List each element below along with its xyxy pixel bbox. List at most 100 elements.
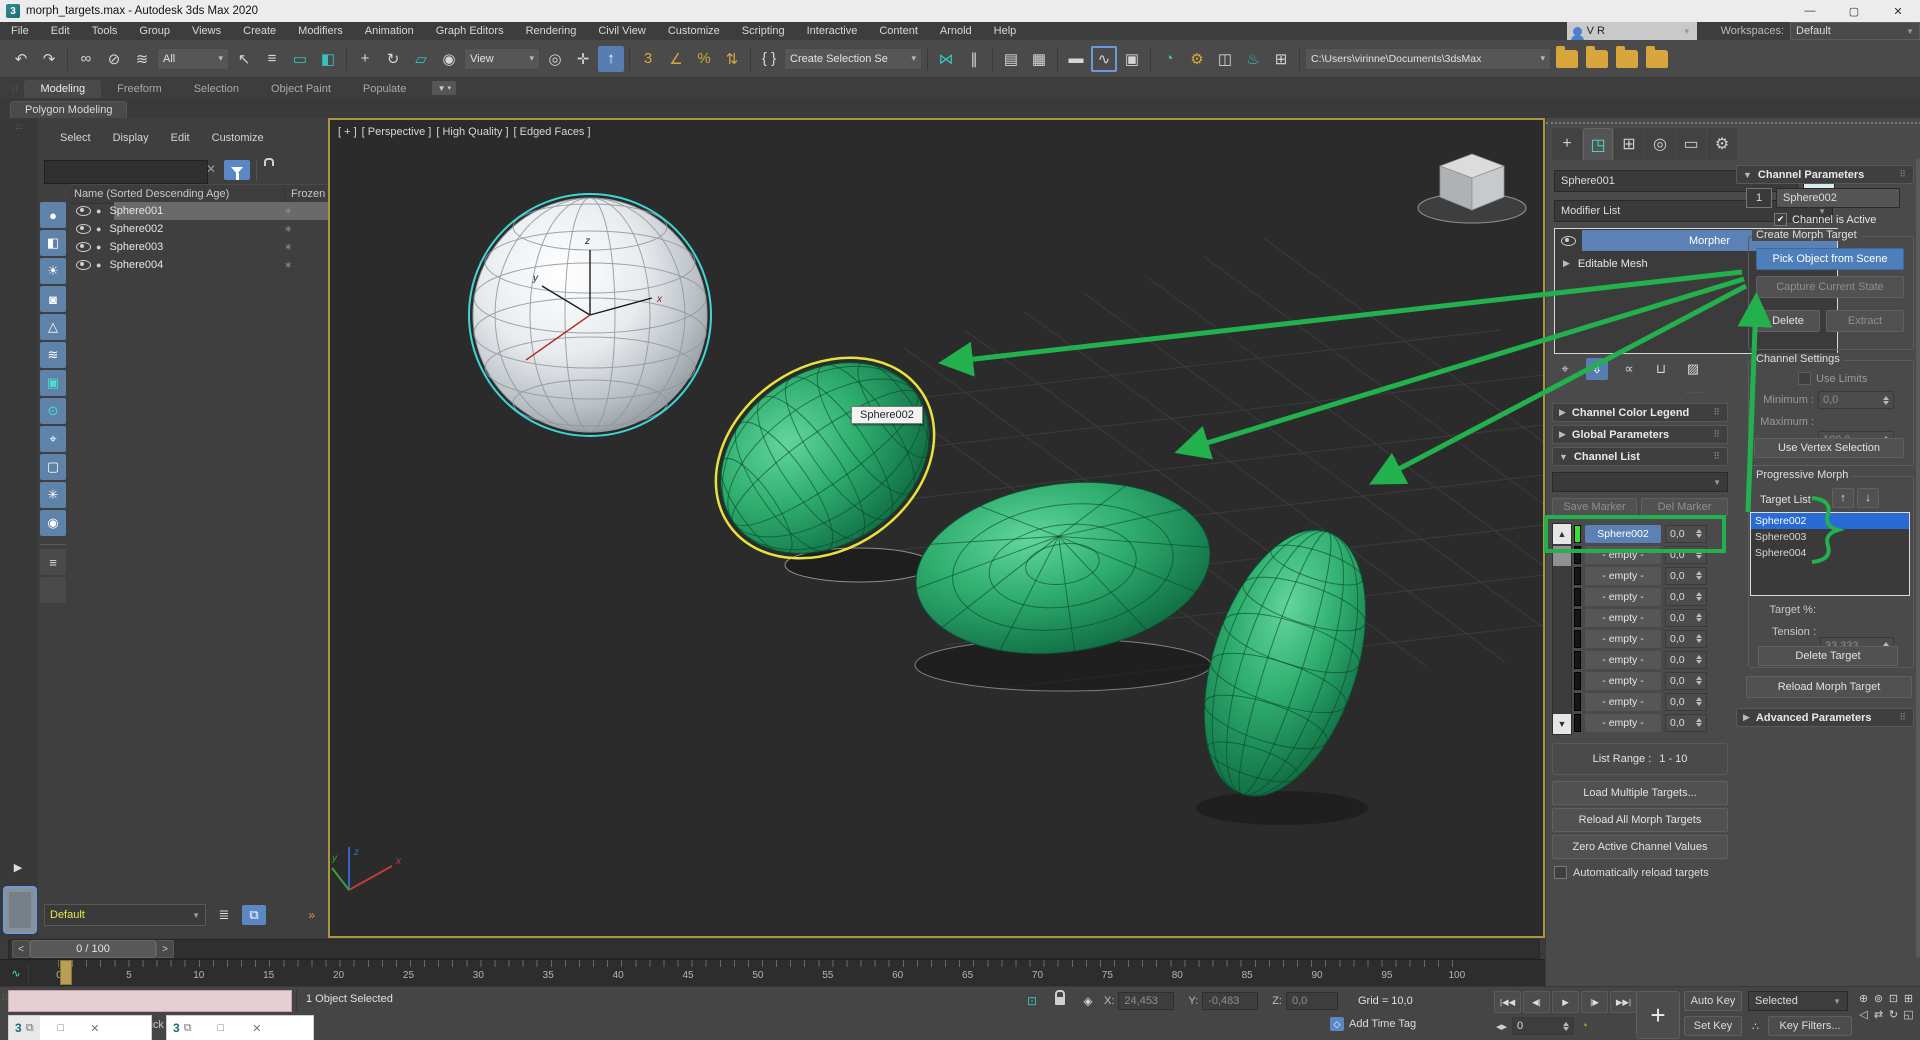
expand-icon[interactable]: ▶ bbox=[1563, 258, 1570, 269]
edit-named-selections-icon[interactable]: { } bbox=[756, 46, 782, 72]
ribbon-tab[interactable]: Modeling bbox=[24, 80, 101, 98]
maxscript-mini-listener[interactable] bbox=[8, 990, 292, 1012]
Sphere002[interactable]: ● Sphere002 ∗ bbox=[70, 220, 328, 238]
perspective-viewport[interactable]: [ + ] [ Perspective ] [ High Quality ] [… bbox=[328, 118, 1545, 938]
target-list-item[interactable]: Sphere002 bbox=[1751, 513, 1909, 529]
menu-item[interactable]: Animation bbox=[354, 25, 425, 37]
time-slider[interactable]: < 0 / 100 > bbox=[0, 938, 1545, 959]
morph-channel-row[interactable]: - empty - 0,0 bbox=[1574, 649, 1724, 670]
use-pivot-center-icon[interactable]: ◎ bbox=[542, 46, 568, 72]
open-file-icon[interactable] bbox=[1586, 50, 1608, 68]
menu-item[interactable]: Civil View bbox=[587, 25, 656, 37]
frozen-column-header[interactable]: Frozen bbox=[284, 185, 325, 203]
separator[interactable] bbox=[992, 47, 993, 71]
channel-button[interactable]: - empty - bbox=[1585, 714, 1661, 732]
del-marker-button[interactable]: Del Marker bbox=[1641, 498, 1728, 516]
filter-icon[interactable] bbox=[224, 160, 250, 180]
make-unique-icon[interactable]: ∝ bbox=[1618, 358, 1640, 380]
channel-value-spinner[interactable]: 0,0 bbox=[1665, 525, 1707, 543]
select-rotate-icon[interactable]: ↻ bbox=[380, 46, 406, 72]
close-button[interactable]: ✕ bbox=[1876, 0, 1920, 22]
channel-name-field[interactable]: Sphere002 bbox=[1776, 188, 1900, 208]
channel-button[interactable]: - empty - bbox=[1585, 546, 1661, 564]
rollout-channel-color-legend[interactable]: ▶Channel Color Legend⠿ bbox=[1552, 403, 1728, 422]
display-shapes-icon[interactable]: ◧ bbox=[40, 230, 66, 256]
tab-utilities[interactable]: ⚙ bbox=[1707, 128, 1737, 160]
morph-channel-row[interactable]: Sphere002 0,0 bbox=[1574, 523, 1724, 544]
workspace-select[interactable]: Default▼ bbox=[1790, 22, 1920, 40]
select-by-name-icon[interactable]: ≡ bbox=[259, 46, 285, 72]
minimize-button[interactable]: — bbox=[1788, 0, 1832, 22]
drag-handle[interactable]: ⋯⋯ bbox=[1686, 388, 1704, 397]
remove-modifier-icon[interactable]: ⊔ bbox=[1650, 358, 1672, 380]
percent-snap-icon[interactable]: % bbox=[691, 46, 717, 72]
schematic-view-icon[interactable]: ▣ bbox=[1119, 46, 1145, 72]
x-coordinate-field[interactable]: 24,453 bbox=[1118, 992, 1174, 1010]
menu-item[interactable]: Arnold bbox=[929, 25, 983, 37]
reload-morph-target-button[interactable]: Reload Morph Target bbox=[1746, 676, 1912, 698]
orbit-icon[interactable]: ↻ bbox=[1886, 1006, 1901, 1022]
tab-hierarchy[interactable]: ⊞ bbox=[1614, 128, 1644, 160]
channel-value-spinner[interactable]: 0,0 bbox=[1665, 609, 1707, 627]
object-name[interactable]: Sphere002 bbox=[109, 223, 284, 235]
visibility-eye-icon[interactable] bbox=[76, 242, 91, 252]
display-lights-icon[interactable]: ☀ bbox=[40, 258, 66, 284]
hierarchy-view-icon[interactable]: ⧉ bbox=[242, 905, 266, 925]
display-geometry-icon[interactable]: ● bbox=[40, 202, 66, 228]
capture-current-state-button[interactable]: Capture Current State bbox=[1756, 276, 1904, 298]
z-coordinate-field[interactable]: 0,0 bbox=[1286, 992, 1338, 1010]
explorer-column-headers[interactable]: Name (Sorted Descending Age) Frozen bbox=[70, 184, 328, 204]
close-icon[interactable]: ✕ bbox=[90, 1022, 99, 1035]
redo-icon[interactable]: ↷ bbox=[36, 46, 62, 72]
object-name[interactable]: Sphere001 bbox=[109, 205, 284, 217]
channel-button[interactable]: - empty - bbox=[1585, 609, 1661, 627]
Sphere004[interactable]: ● Sphere004 ∗ bbox=[70, 256, 328, 274]
explorer-menu-item[interactable]: Display bbox=[113, 132, 149, 144]
add-time-tag[interactable]: ◇ Add Time Tag bbox=[1330, 1017, 1416, 1031]
explorer-search-input[interactable] bbox=[44, 160, 208, 184]
mirror-icon[interactable]: ⋈ bbox=[933, 46, 959, 72]
visibility-eye-icon[interactable] bbox=[76, 206, 91, 216]
menu-item[interactable]: Customize bbox=[657, 25, 731, 37]
morph-channel-row[interactable]: - empty - 0,0 bbox=[1574, 712, 1724, 733]
scroll-down-icon[interactable]: ▼ bbox=[1553, 714, 1571, 734]
selection-region-icon[interactable]: ⊡ bbox=[1020, 991, 1044, 1011]
selection-lock-icon[interactable] bbox=[1048, 991, 1072, 1011]
track-bar[interactable]: ∿ 05101520253035404550556065707580859095… bbox=[0, 959, 1545, 988]
selection-filter-select[interactable]: All bbox=[157, 48, 229, 70]
channel-value-spinner[interactable]: 0,0 bbox=[1665, 567, 1707, 585]
target-list[interactable]: Sphere002Sphere003Sphere004 bbox=[1750, 512, 1910, 596]
morph-channel-row[interactable]: - empty - 0,0 bbox=[1574, 586, 1724, 607]
object-name[interactable]: Sphere003 bbox=[109, 241, 284, 253]
mini-curve-editor-icon[interactable]: ∿ bbox=[4, 963, 29, 983]
key-mode-clock-icon[interactable]: ◔ bbox=[1577, 1018, 1592, 1034]
angle-snap-icon[interactable]: ∠ bbox=[663, 46, 689, 72]
channel-value-spinner[interactable]: 0,0 bbox=[1665, 546, 1707, 564]
key-mode-select[interactable]: Selected▼ bbox=[1748, 991, 1848, 1011]
maximize-icon[interactable]: □ bbox=[218, 1022, 225, 1034]
minimum-spinner[interactable]: 0,0 bbox=[1818, 391, 1894, 409]
window-crossing-icon[interactable]: ◧ bbox=[315, 46, 341, 72]
frame-step-icons[interactable]: ◂▸ bbox=[1494, 1018, 1509, 1034]
separator[interactable] bbox=[1150, 47, 1151, 71]
menu-item[interactable]: Interactive bbox=[796, 25, 869, 37]
keyboard-override-icon[interactable]: ↑ bbox=[598, 46, 624, 72]
move-target-up-button[interactable]: ↑ bbox=[1832, 488, 1854, 508]
display-groups-icon[interactable]: ▣ bbox=[40, 370, 66, 396]
morph-channel-row[interactable]: - empty - 0,0 bbox=[1574, 565, 1724, 586]
morph-channel-row[interactable]: - empty - 0,0 bbox=[1574, 607, 1724, 628]
channel-button[interactable]: - empty - bbox=[1585, 588, 1661, 606]
zoom-icon[interactable]: ⊕ bbox=[1856, 990, 1871, 1006]
delete-target-button[interactable]: Delete Target bbox=[1758, 646, 1898, 666]
bind-to-space-warp-icon[interactable]: ≋ bbox=[129, 46, 155, 72]
render-production-icon[interactable]: ♨ bbox=[1240, 46, 1266, 72]
pan-icon[interactable]: ⇄ bbox=[1871, 1006, 1886, 1022]
channel-value-spinner[interactable]: 0,0 bbox=[1665, 672, 1707, 690]
zero-active-channel-values-button[interactable]: Zero Active Channel Values bbox=[1552, 835, 1728, 859]
move-target-down-button[interactable]: ↓ bbox=[1857, 488, 1879, 508]
pick-mode-icon[interactable] bbox=[40, 577, 66, 603]
Sphere001[interactable]: ● Sphere001 ∗ bbox=[70, 202, 328, 220]
select-and-link-icon[interactable]: ∞ bbox=[73, 46, 99, 72]
morph-channel-row[interactable]: - empty - 0,0 bbox=[1574, 691, 1724, 712]
menu-item[interactable]: Views bbox=[181, 25, 232, 37]
